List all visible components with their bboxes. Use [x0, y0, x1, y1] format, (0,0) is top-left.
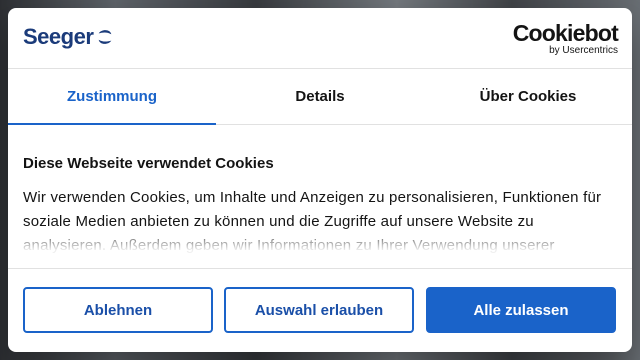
seeger-logo: Seeger — [23, 22, 114, 52]
cookie-consent-dialog: Seeger Cookiebot by Usercentrics Zustimm… — [8, 8, 632, 352]
swoosh-icon — [99, 30, 112, 44]
tab-ueber-cookies[interactable]: Über Cookies — [424, 69, 632, 124]
consent-heading: Diese Webseite verwendet Cookies — [23, 155, 274, 172]
cookiebot-subtitle: by Usercentrics — [549, 45, 618, 56]
allow-all-button[interactable]: Alle zulassen — [426, 287, 616, 333]
dialog-header: Seeger Cookiebot by Usercentrics — [8, 8, 632, 69]
tab-zustimmung[interactable]: Zustimmung — [8, 69, 216, 125]
button-bar: Ablehnen Auswahl erlauben Alle zulassen — [8, 268, 632, 352]
brand-name: Seeger — [23, 24, 94, 49]
tab-bar: Zustimmung Details Über Cookies — [8, 69, 632, 125]
allow-selection-button[interactable]: Auswahl erlauben — [224, 287, 414, 333]
tab-details[interactable]: Details — [216, 69, 424, 124]
decline-button[interactable]: Ablehnen — [23, 287, 213, 333]
cookiebot-name: Cookiebot — [512, 20, 619, 46]
text-fade-overlay — [8, 226, 632, 266]
cookiebot-logo[interactable]: Cookiebot by Usercentrics — [512, 20, 619, 57]
